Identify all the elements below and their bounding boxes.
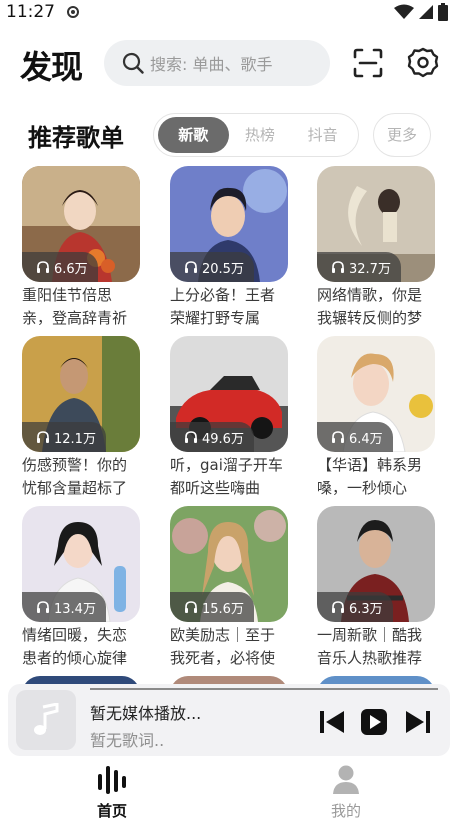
play-icon[interactable] (360, 709, 388, 735)
scan-icon[interactable] (352, 47, 384, 79)
status-time: 11:27 (6, 2, 55, 22)
player-progress-bar[interactable] (90, 688, 438, 690)
tab-hot-chart[interactable]: 热榜 (229, 117, 292, 153)
playlist-title: 上分必备！王者荣耀打野专属 (170, 286, 276, 327)
player-title: 暂无媒体播放... (90, 704, 202, 723)
playlist-card[interactable]: 15.6万 欧美励志｜至于我死者，必将使 (170, 506, 288, 670)
play-count-badge: 12.1万 (22, 422, 106, 452)
status-icons (394, 3, 448, 21)
headphones-icon (332, 601, 344, 613)
header: 发现 搜索: 单曲、歌手 (0, 38, 458, 90)
playlist-cover: 6.4万 (317, 336, 435, 452)
person-icon (333, 765, 359, 794)
headphones-icon (332, 431, 344, 443)
play-count: 6.3万 (349, 601, 383, 617)
headphones-icon (37, 431, 49, 443)
nav-home[interactable]: 首页 (72, 764, 152, 820)
nav-home-label: 首页 (96, 802, 127, 820)
player-lyric: 暂无歌词.. (90, 731, 165, 750)
headphones-icon (185, 431, 197, 443)
settings-icon[interactable] (406, 46, 440, 80)
prev-icon[interactable] (318, 709, 346, 735)
playlist-card[interactable]: 32.7万 网络情歌，你是我辗转反侧的梦 (317, 166, 435, 330)
playlist-cover: 6.3万 (317, 506, 435, 622)
play-count-badge: 49.6万 (170, 422, 254, 452)
play-count: 6.6万 (54, 261, 88, 277)
playlist-cover: 12.1万 (22, 336, 140, 452)
play-count: 15.6万 (202, 601, 244, 617)
playlist-title: 欧美励志｜至于我死者，必将使 (170, 626, 276, 667)
play-count: 20.5万 (202, 261, 244, 277)
tab-new-songs[interactable]: 新歌 (158, 117, 229, 153)
headphones-icon (37, 601, 49, 613)
nav-mine-label: 我的 (330, 802, 361, 820)
player-artwork (16, 690, 76, 750)
play-count-badge: 15.6万 (170, 592, 254, 622)
playlist-cover: 13.4万 (22, 506, 140, 622)
home-bars-icon (98, 766, 126, 794)
playlist-title: 网络情歌，你是我辗转反侧的梦 (317, 286, 423, 327)
play-count: 13.4万 (54, 601, 96, 617)
playlist-cover: 6.6万 (22, 166, 140, 282)
play-count: 32.7万 (349, 261, 391, 277)
bottom-nav: 首页 我的 (0, 760, 458, 820)
battery-icon (438, 3, 448, 21)
mini-player[interactable]: 暂无媒体播放... 暂无歌词.. (8, 684, 450, 756)
playlist-card[interactable]: 6.4万 【华语】韩系男嗓，一秒倾心 (317, 336, 435, 500)
search-icon (122, 52, 144, 74)
playlist-cover: 49.6万 (170, 336, 288, 452)
playlist-card[interactable]: 49.6万 听，gai溜子开车都听这些嗨曲 (170, 336, 288, 500)
play-count: 12.1万 (54, 431, 96, 447)
playlist-title: 情绪回暖，失恋患者的倾心旋律 (22, 626, 128, 667)
search-input[interactable]: 搜索: 单曲、歌手 (104, 40, 330, 86)
playlist-title: 一周新歌｜酷我音乐人热歌推荐 (317, 626, 423, 667)
play-count: 49.6万 (202, 431, 244, 447)
playlist-cover: 20.5万 (170, 166, 288, 282)
notification-dot-icon (67, 6, 79, 18)
playlist-title: 伤感预警！你的忧郁含量超标了 (22, 456, 128, 497)
tab-douyin[interactable]: 抖音 (291, 117, 354, 153)
more-button[interactable]: 更多 (373, 113, 431, 157)
play-count: 6.4万 (349, 431, 383, 447)
page-title: 发现 (20, 48, 83, 86)
next-icon[interactable] (404, 709, 432, 735)
play-count-badge: 32.7万 (317, 252, 401, 282)
music-note-icon (34, 703, 59, 735)
play-count-badge: 20.5万 (170, 252, 254, 282)
search-placeholder: 搜索: 单曲、歌手 (150, 55, 273, 74)
playlist-card[interactable]: 6.6万 重阳佳节倍思亲，登高辞青祈 (22, 166, 140, 330)
playlist-cover: 32.7万 (317, 166, 435, 282)
playlist-title: 重阳佳节倍思亲，登高辞青祈 (22, 286, 128, 327)
playlist-cover: 15.6万 (170, 506, 288, 622)
play-count-badge: 6.4万 (317, 422, 393, 452)
playlist-card[interactable]: 20.5万 上分必备！王者荣耀打野专属 (170, 166, 288, 330)
tab-group: 新歌 热榜 抖音 (153, 113, 359, 157)
playlist-title: 【华语】韩系男嗓，一秒倾心 (317, 456, 423, 497)
signal-icon (419, 5, 433, 19)
play-count-badge: 13.4万 (22, 592, 106, 622)
headphones-icon (185, 601, 197, 613)
wifi-icon (394, 4, 414, 19)
headphones-icon (37, 261, 49, 273)
headphones-icon (332, 261, 344, 273)
section-title: 推荐歌单 (28, 124, 124, 152)
playlist-card[interactable]: 6.3万 一周新歌｜酷我音乐人热歌推荐 (317, 506, 435, 670)
headphones-icon (185, 261, 197, 273)
play-count-badge: 6.3万 (317, 592, 393, 622)
play-count-badge: 6.6万 (22, 252, 98, 282)
playlist-card[interactable]: 13.4万 情绪回暖，失恋患者的倾心旋律 (22, 506, 140, 670)
nav-mine[interactable]: 我的 (306, 764, 386, 820)
status-bar: 11:27 (0, 0, 458, 26)
playlist-title: 听，gai溜子开车都听这些嗨曲 (170, 456, 283, 497)
playlist-card[interactable]: 12.1万 伤感预警！你的忧郁含量超标了 (22, 336, 140, 500)
